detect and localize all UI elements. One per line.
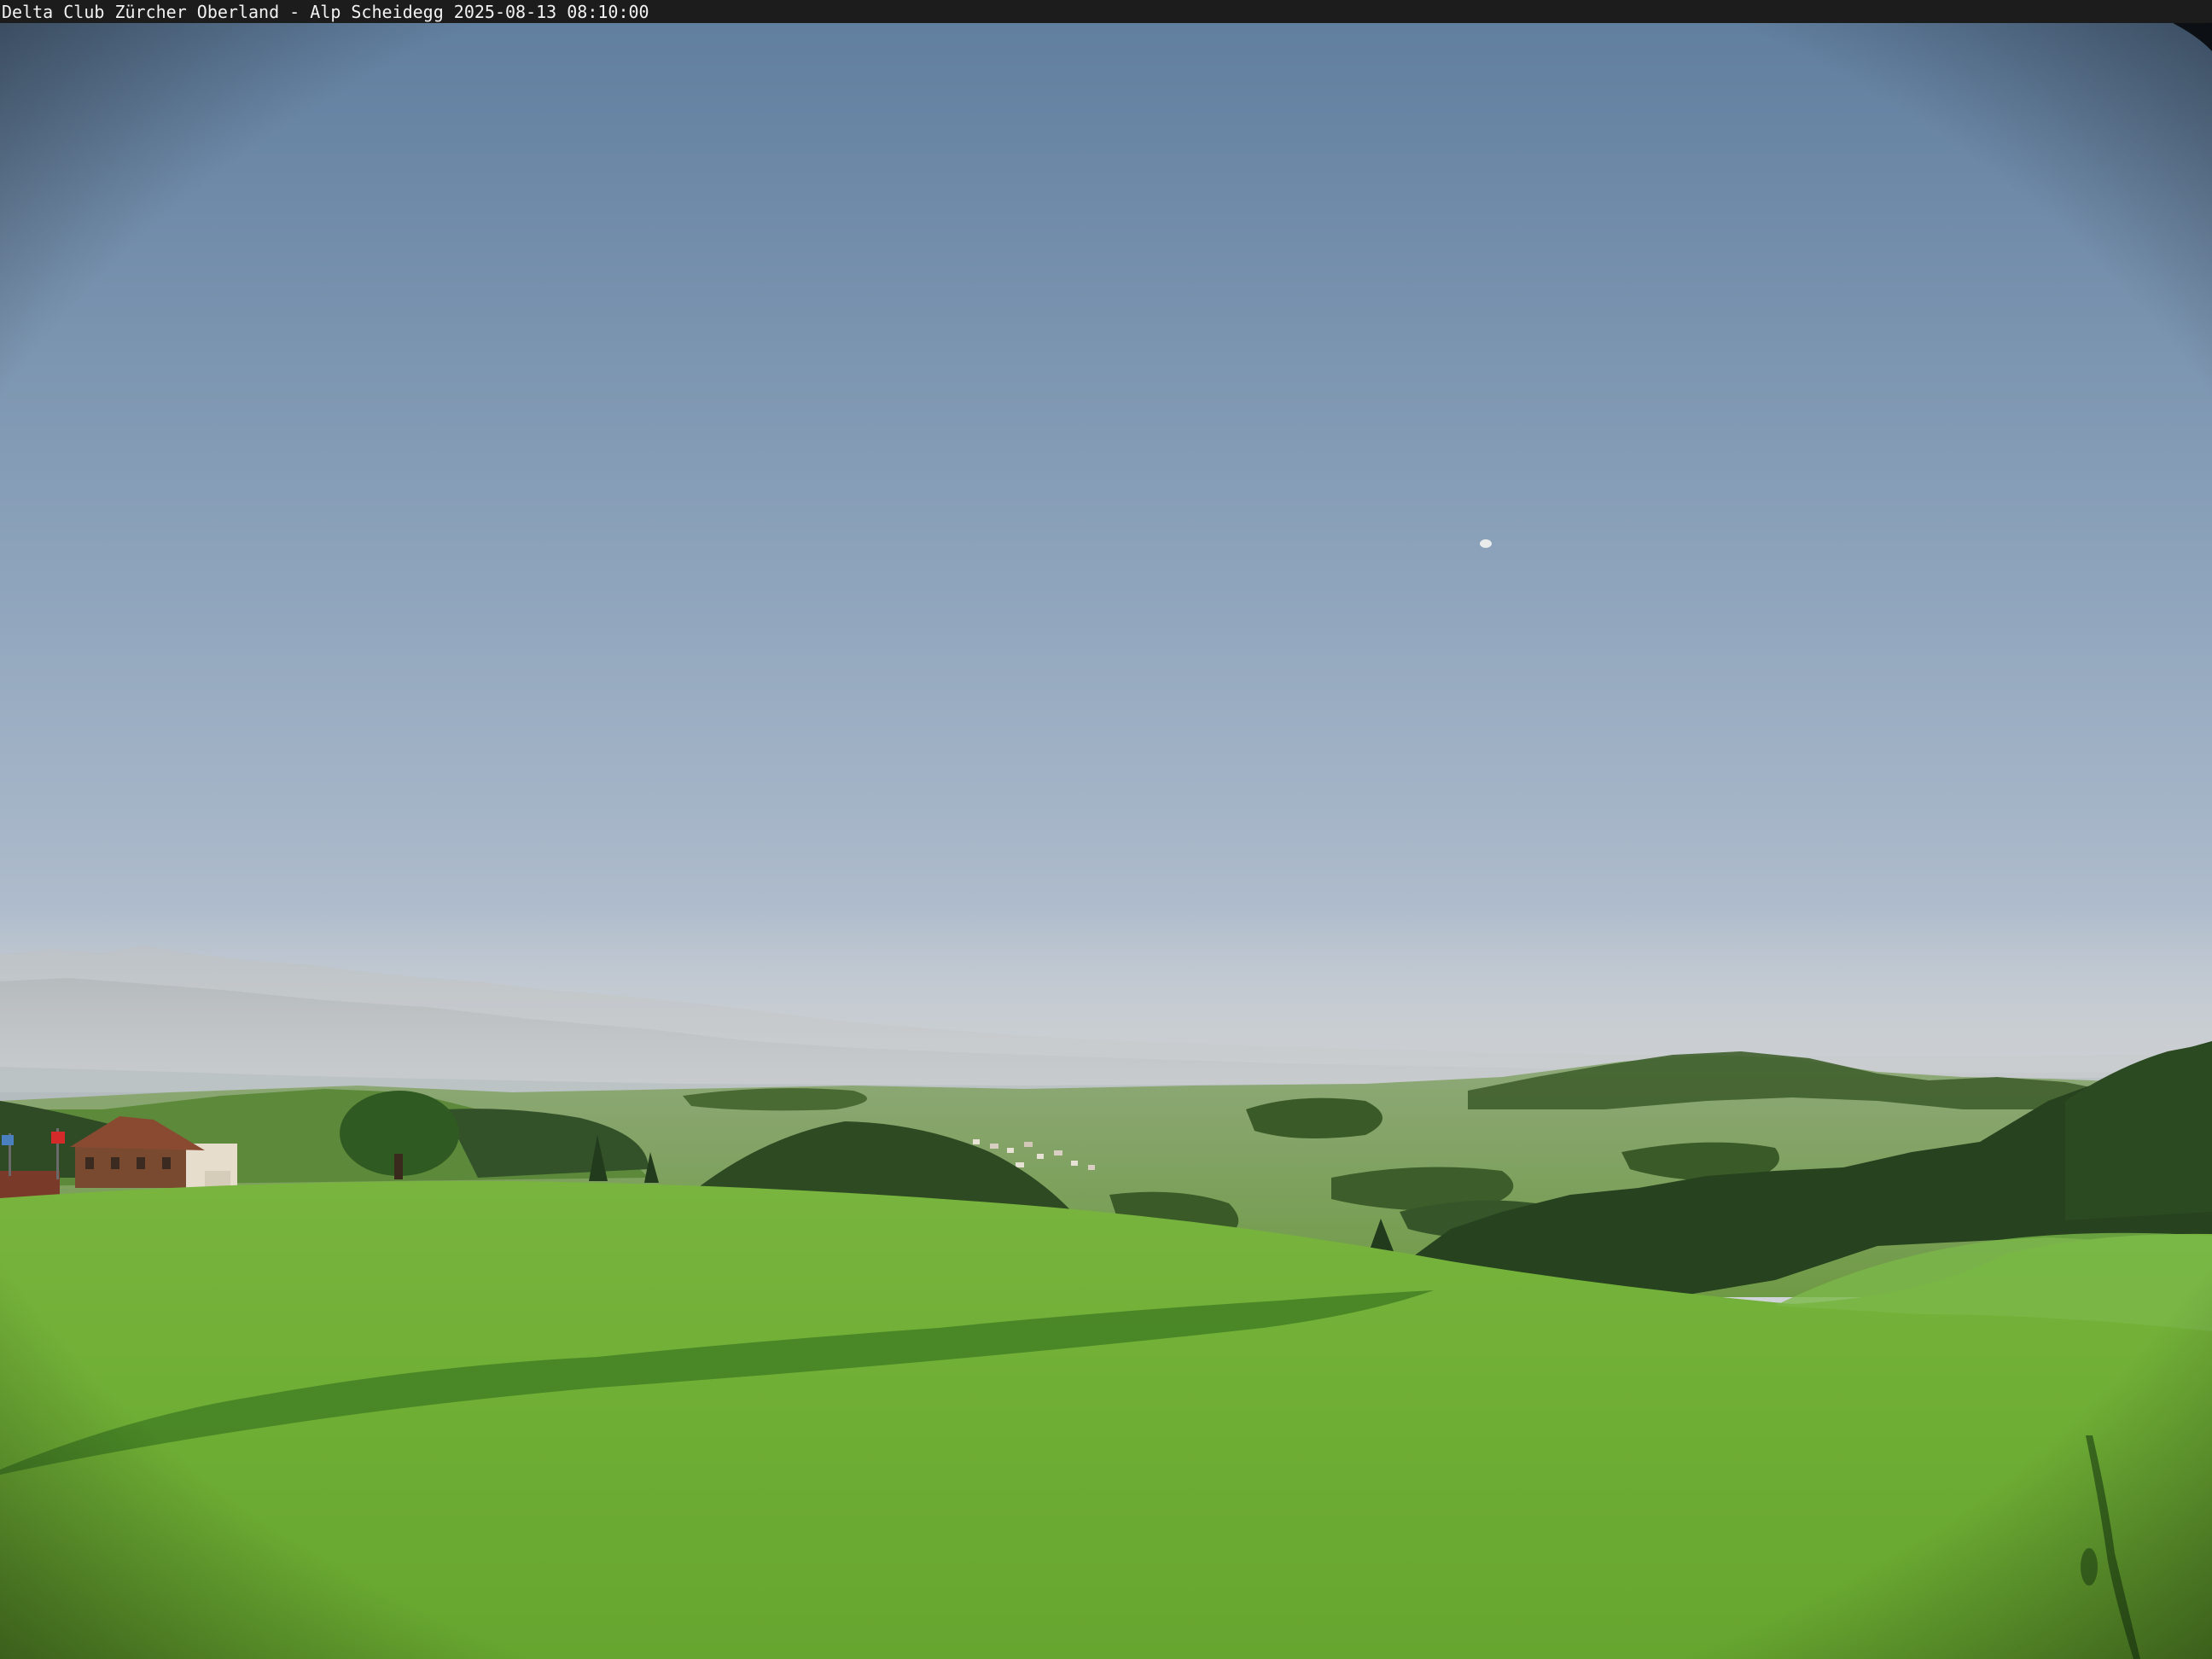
landscape-scene	[0, 0, 2212, 1659]
webcam-frame: Delta Club Zürcher Oberland - Alp Scheid…	[0, 0, 2212, 1659]
webcam-caption: Delta Club Zürcher Oberland - Alp Scheid…	[2, 2, 649, 22]
lens-vignette	[0, 0, 2212, 1659]
